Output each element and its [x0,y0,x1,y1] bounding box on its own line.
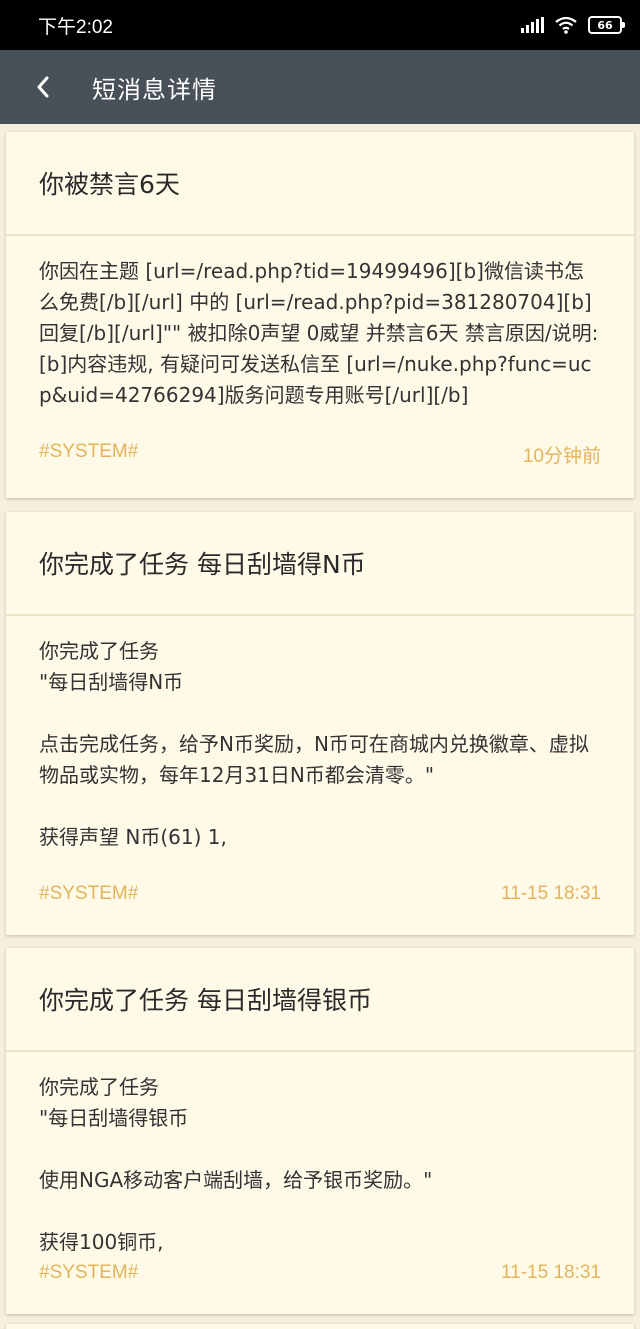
message-card[interactable]: 你被禁言6天 你因在主题 [url=/read.php?tid=19499496… [6,132,634,498]
message-sender: #SYSTEM# [39,441,139,462]
page-title: 短消息详情 [92,75,217,104]
back-arrow-icon [37,76,49,98]
message-time: 11-15 18:31 [500,1262,601,1283]
message-footer: #SYSTEM# 11-15 18:31 [39,1262,601,1284]
wifi-icon [555,16,577,34]
message-body: 你因在主题 [url=/read.php?tid=19499496][b]微信读… [39,259,599,407]
message-body: 你完成了任务 "每日刮墙得银币 使用NGA移动客户端刮墙，给予银币奖励。" 获得… [39,1075,433,1254]
message-title: 你完成了任务 每日刮墙得N币 [6,512,634,616]
signal-icon [521,17,544,33]
message-card-partial[interactable] [6,1324,634,1329]
message-card[interactable]: 你完成了任务 每日刮墙得银币 你完成了任务 "每日刮墙得银币 使用NGA移动客户… [6,948,634,1314]
battery-icon: 66 [588,16,625,34]
message-sender: #SYSTEM# [39,883,139,904]
battery-level: 66 [597,18,613,32]
message-title: 你完成了任务 每日刮墙得银币 [6,948,634,1052]
message-title: 你被禁言6天 [6,132,634,236]
message-card[interactable]: 你完成了任务 每日刮墙得N币 你完成了任务 "每日刮墙得N币 点击完成任务，给予… [6,512,634,935]
status-bar: 下午2:02 66 [0,0,640,50]
back-button[interactable] [0,50,86,124]
status-time: 下午2:02 [38,16,113,38]
message-body: 你完成了任务 "每日刮墙得N币 点击完成任务，给予N币奖励，N币可在商城内兑换徽… [39,639,589,849]
message-footer: #SYSTEM# 10分钟前 [39,441,601,468]
app-bar: 短消息详情 [0,50,640,124]
message-time: 10分钟前 [522,446,601,467]
message-footer: #SYSTEM# 11-15 18:31 [39,883,601,905]
status-icons: 66 [521,16,625,34]
message-sender: #SYSTEM# [39,1262,139,1283]
message-time: 11-15 18:31 [500,883,601,904]
